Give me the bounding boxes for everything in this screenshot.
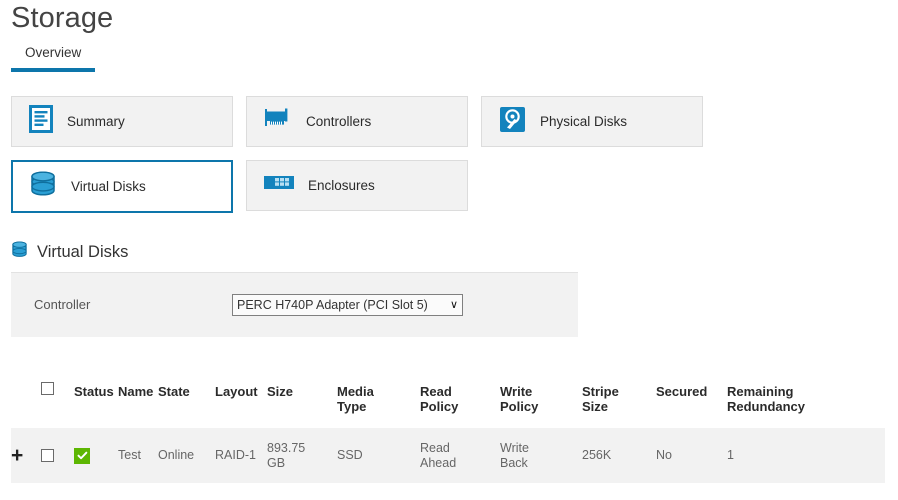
header-status: Status xyxy=(74,382,118,399)
header-layout: Layout xyxy=(215,382,267,399)
controller-select[interactable]: PERC H740P Adapter (PCI Slot 5) ∨ xyxy=(232,294,463,316)
row-stripe-size: 256K xyxy=(582,448,656,463)
tile-virtual-disks[interactable]: Virtual Disks xyxy=(11,160,233,213)
controller-filter-panel: Controller PERC H740P Adapter (PCI Slot … xyxy=(11,272,578,337)
header-read-policy-line2: Policy xyxy=(420,399,500,414)
category-tiles: Summary xyxy=(11,96,897,226)
row-write-policy-line1: Write xyxy=(500,441,582,456)
header-write-policy: Write Policy xyxy=(500,382,582,414)
header-remaining-redundancy-line1: Remaining xyxy=(727,384,837,399)
expand-row-icon[interactable]: + xyxy=(11,449,41,463)
tile-label: Enclosures xyxy=(308,178,375,193)
tile-enclosures[interactable]: Enclosures xyxy=(246,160,468,211)
row-size-line2: GB xyxy=(267,456,337,471)
header-write-policy-line2: Policy xyxy=(500,399,582,414)
pci-card-icon xyxy=(264,106,292,137)
select-all-checkbox[interactable] xyxy=(41,382,54,395)
row-read-policy: Read Ahead xyxy=(420,441,500,471)
header-media-type-line1: Media xyxy=(337,384,420,399)
database-disk-icon xyxy=(11,240,28,264)
tile-label: Physical Disks xyxy=(540,114,627,129)
row-read-policy-line2: Ahead xyxy=(420,456,500,471)
header-stripe-size: Stripe Size xyxy=(582,382,656,414)
row-remaining-redundancy: 1 xyxy=(727,448,837,463)
row-expand-cell: + xyxy=(11,449,41,463)
virtual-disks-table: Status Name State Layout Size Media Type… xyxy=(11,372,885,483)
header-stripe-size-line1: Stripe xyxy=(582,384,656,399)
tile-label: Controllers xyxy=(306,114,371,129)
row-checkbox[interactable] xyxy=(41,449,54,462)
chevron-down-icon: ∨ xyxy=(450,300,458,311)
header-read-policy-line1: Read xyxy=(420,384,500,399)
tile-summary[interactable]: Summary xyxy=(11,96,233,147)
status-badge-ok xyxy=(74,448,90,464)
row-select-cell xyxy=(41,449,74,462)
row-read-policy-line1: Read xyxy=(420,441,500,456)
section-title: Virtual Disks xyxy=(37,243,128,262)
header-size: Size xyxy=(267,382,337,399)
page-title: Storage xyxy=(11,2,113,35)
controller-selected-value: PERC H740P Adapter (PCI Slot 5) xyxy=(237,298,447,312)
database-disk-icon xyxy=(29,170,57,203)
header-name: Name xyxy=(118,382,158,399)
row-layout: RAID-1 xyxy=(215,448,267,463)
row-name: Test xyxy=(118,448,158,463)
tile-label: Summary xyxy=(67,114,125,129)
header-select-cell xyxy=(41,382,74,395)
tile-row-2: Virtual Disks Enclosures xyxy=(11,160,897,213)
header-read-policy: Read Policy xyxy=(420,382,500,414)
tab-overview[interactable]: Overview xyxy=(11,45,95,72)
table-row[interactable]: + Test Online RAID-1 893.75 GB SSD xyxy=(11,428,885,483)
summary-list-icon xyxy=(29,105,53,138)
tile-physical-disks[interactable]: Physical Disks xyxy=(481,96,703,147)
storage-page: Storage Overview Summary xyxy=(0,0,898,500)
hard-disk-icon xyxy=(499,106,526,138)
enclosure-icon xyxy=(264,173,294,198)
header-remaining-redundancy: Remaining Redundancy xyxy=(727,382,837,414)
row-status-cell xyxy=(74,448,118,464)
row-write-policy: Write Back xyxy=(500,441,582,471)
header-media-type: Media Type xyxy=(337,382,420,414)
section-header: Virtual Disks xyxy=(11,240,128,264)
row-size-line1: 893.75 xyxy=(267,441,337,456)
table-header-row: Status Name State Layout Size Media Type… xyxy=(11,372,885,428)
row-state: Online xyxy=(158,448,215,463)
tile-label: Virtual Disks xyxy=(71,179,146,194)
controller-label: Controller xyxy=(34,297,90,312)
tile-row-1: Summary xyxy=(11,96,897,147)
header-remaining-redundancy-line2: Redundancy xyxy=(727,399,837,414)
tab-bar: Overview xyxy=(11,44,95,72)
row-secured: No xyxy=(656,448,727,463)
header-media-type-line2: Type xyxy=(337,399,420,414)
header-write-policy-line1: Write xyxy=(500,384,582,399)
row-write-policy-line2: Back xyxy=(500,456,582,471)
row-size: 893.75 GB xyxy=(267,441,337,471)
tile-controllers[interactable]: Controllers xyxy=(246,96,468,147)
row-media-type: SSD xyxy=(337,448,420,463)
header-state: State xyxy=(158,382,215,399)
header-secured: Secured xyxy=(656,382,727,399)
header-stripe-size-line2: Size xyxy=(582,399,656,414)
